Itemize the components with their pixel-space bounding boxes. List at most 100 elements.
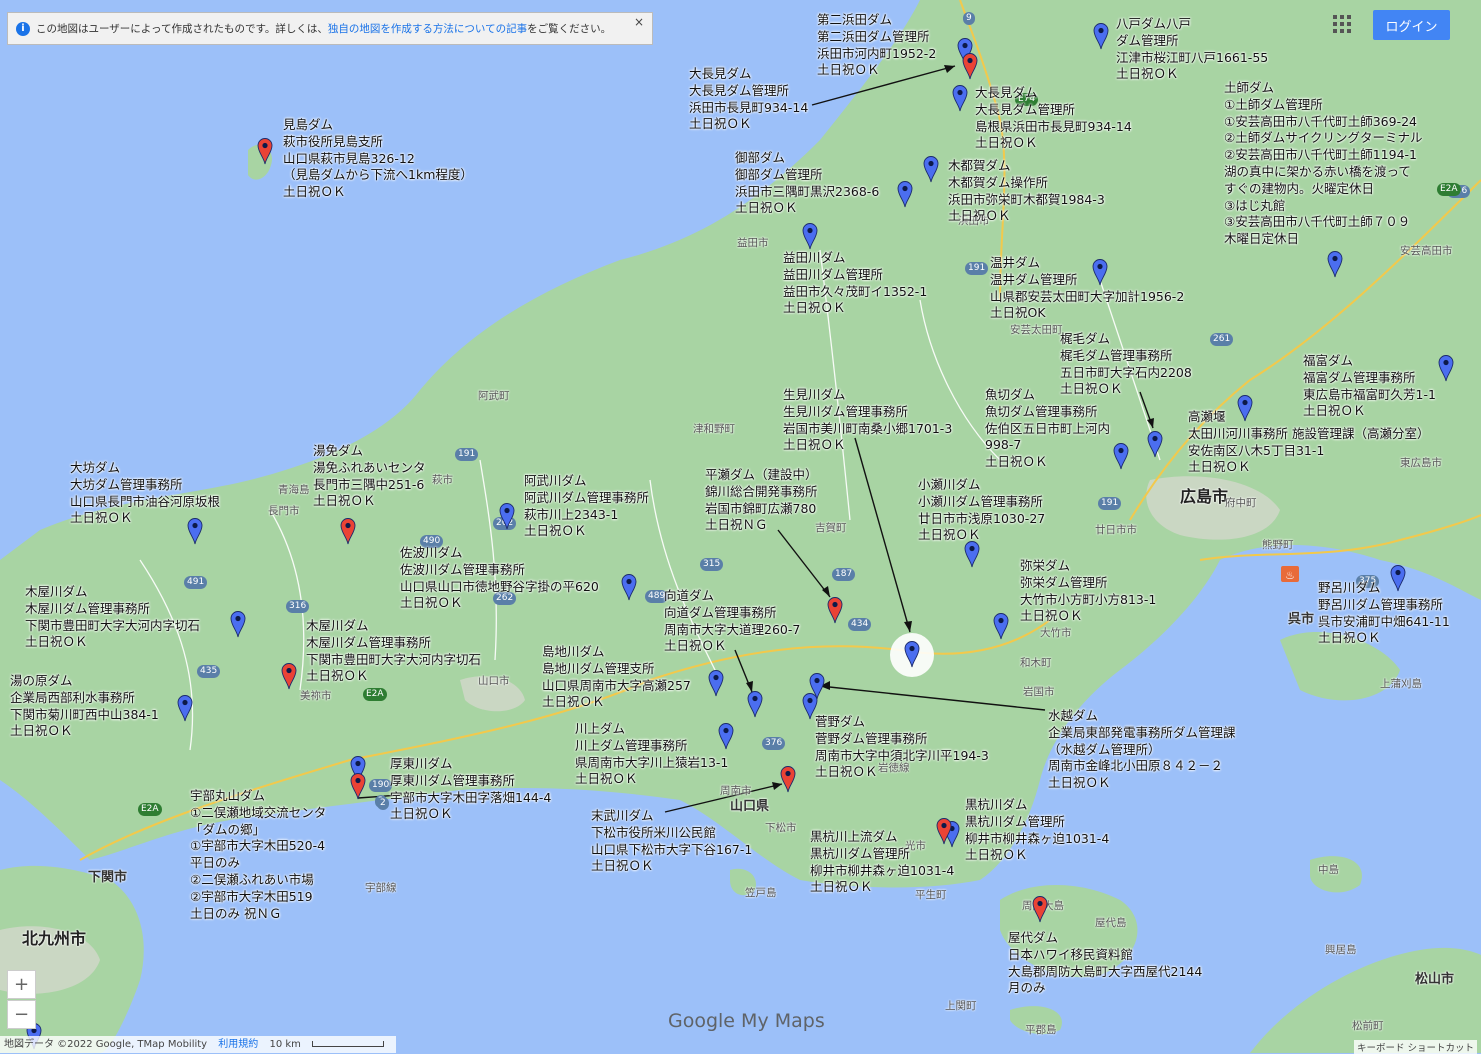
- map-pin-blue-icon[interactable]: [230, 610, 246, 638]
- route-shield: E2A: [138, 803, 162, 816]
- place-name: 和木町: [1020, 657, 1052, 669]
- dam-label: 大長見ダム 大長見ダム管理所 島根県浜田市長見町934-14 土日祝ＯＫ: [975, 85, 1132, 151]
- place-name: 平郡島: [1025, 1024, 1057, 1036]
- place-name: 松前町: [1352, 1020, 1384, 1032]
- dam-label: 宇部丸山ダム ①二俣瀬地域交流センタ 「ダムの郷」 ①宇部市大字木田520-4 …: [190, 788, 327, 921]
- place-name: 北九州市: [22, 929, 87, 948]
- dam-label: 大坊ダム 大坊ダム管理事務所 山口県長門市油谷河原坂根 土日祝ＯＫ: [70, 460, 221, 526]
- route-shield: 315: [700, 558, 724, 571]
- place-name: 上蒲刈島: [1380, 678, 1422, 690]
- route-shield: 191: [1098, 497, 1122, 510]
- dam-label: 木都賀ダム 木都賀ダム操作所 浜田市弥栄町木都賀1984-3 土日祝ＯＫ: [948, 158, 1105, 224]
- dam-label: 佐波川ダム 佐波川ダム管理事務所 山口県山口市徳地野谷字掛の平620 土日祝ＯＫ: [400, 545, 599, 611]
- place-name: 松山市: [1415, 972, 1455, 987]
- login-button[interactable]: ログイン: [1373, 10, 1450, 40]
- info-icon: i: [16, 21, 30, 36]
- map-pin-blue-icon[interactable]: [1327, 250, 1343, 278]
- dam-label: 木屋川ダム 木屋川ダム管理事務所 下関市豊田町大字大河内字切石 土日祝ＯＫ: [306, 618, 482, 684]
- map-pin-blue-icon[interactable]: [747, 690, 763, 718]
- place-name: 青海島: [278, 484, 310, 496]
- dam-label: 黒杭川ダム 黒杭川ダム管理所 柳井市柳井森ヶ迫1031-4 土日祝ＯＫ: [965, 797, 1110, 863]
- route-shield: E2A: [1437, 183, 1461, 196]
- terms-link[interactable]: 利用規約: [218, 1039, 258, 1050]
- dam-label: 見島ダム 萩市役所見島支所 山口県萩市見島326-12 （見島ダムから下流へ1k…: [283, 117, 473, 200]
- dam-label: 八戸ダム八戸 ダム管理所 江津市桜江町八戸1661-55 土日祝ＯＫ: [1116, 16, 1269, 82]
- dam-label: 湯の原ダム 企業局西部利水事務所 下関市菊川町西中山384-1 土日祝ＯＫ: [10, 673, 159, 739]
- map-pin-blue-icon[interactable]: [499, 502, 515, 530]
- keyboard-shortcuts-link[interactable]: キーボード ショートカット: [1353, 1040, 1477, 1054]
- place-name: 屋代島: [1095, 917, 1127, 929]
- place-name: 下松市: [765, 822, 797, 834]
- dam-label: 益田川ダム 益田川ダム管理所 益田市久々茂町イ1352-1 土日祝ＯＫ: [783, 250, 928, 316]
- map-pin-red-icon[interactable]: [281, 662, 297, 690]
- dam-label: 高瀬堰 太田川河川事務所 施設管理課（高瀬分室） 安佐南区八木5丁目31-1 土…: [1188, 409, 1430, 475]
- dam-label: 川上ダム 川上ダム管理事務所 県周南市大字川上猿岩13-1 土日祝ＯＫ: [575, 721, 729, 787]
- place-name: 広島市: [1180, 487, 1229, 506]
- place-name: 津和野町: [693, 423, 735, 435]
- route-shield: 261: [1210, 333, 1234, 346]
- map-pin-red-icon[interactable]: [350, 772, 366, 800]
- dam-label: 第二浜田ダム 第二浜田ダム管理所 浜田市河内町1952-2 土日祝ＯＫ: [817, 12, 937, 78]
- close-icon[interactable]: ×: [634, 15, 644, 29]
- route-shield: 191: [965, 262, 989, 275]
- map-pin-blue-icon[interactable]: [1093, 22, 1109, 50]
- route-shield: 187: [832, 568, 856, 581]
- map-pin-blue-icon[interactable]: [897, 180, 913, 208]
- map-pin-red-icon[interactable]: [340, 517, 356, 545]
- map-pin-blue-icon[interactable]: [904, 640, 920, 668]
- place-name: 安芸太田町: [1010, 324, 1063, 336]
- scale-bar: [312, 1041, 385, 1047]
- zoom-out-button[interactable]: −: [7, 1000, 36, 1029]
- map-pin-blue-icon[interactable]: [964, 540, 980, 568]
- dam-label: 屋代ダム 日本ハワイ移民資料館 大島郡周防大島町大字西屋代2144 月のみ: [1008, 930, 1203, 996]
- route-shield: 2: [377, 797, 389, 810]
- place-name: 興居島: [1325, 944, 1357, 956]
- dam-label: 木屋川ダム 木屋川ダム管理事務所 下関市豊田町大字大河内字切石 土日祝ＯＫ: [25, 584, 201, 650]
- route-shield: 316: [286, 600, 310, 613]
- place-name: 長門市: [268, 505, 300, 517]
- zoom-in-button[interactable]: +: [7, 970, 36, 999]
- map-pin-blue-icon[interactable]: [177, 694, 193, 722]
- route-shield: 376: [762, 737, 786, 750]
- map-pin-blue-icon[interactable]: [1147, 430, 1163, 458]
- dam-label: 生見川ダム 生見川ダム管理事務所 岩国市美川町南桑小郷1701-3 土日祝ＯＫ: [783, 387, 953, 453]
- map-pin-red-icon[interactable]: [1032, 895, 1048, 923]
- dam-label: 黒杭川上流ダム 黒杭川ダム管理所 柳井市柳井森ヶ迫1031-4 土日祝ＯＫ: [810, 829, 955, 895]
- map-pin-red-icon[interactable]: [962, 52, 978, 80]
- place-name: 岩国市: [1023, 686, 1055, 698]
- apps-grid-icon[interactable]: [1333, 15, 1353, 35]
- dam-label: 魚切ダム 魚切ダム管理事務所 佐伯区五日市町上河内 998-7 土日祝ＯＫ: [985, 387, 1111, 470]
- notice-text: この地図はユーザーによって作成されたものです。詳しくは、: [36, 23, 328, 35]
- place-name: 萩市: [432, 474, 453, 486]
- route-shield: 435: [197, 665, 221, 678]
- map-pin-blue-icon[interactable]: [621, 573, 637, 601]
- map-pin-blue-icon[interactable]: [708, 669, 724, 697]
- map-pin-red-icon[interactable]: [780, 765, 796, 793]
- map-pin-blue-icon[interactable]: [1113, 442, 1129, 470]
- dam-label: 大長見ダム 大長見ダム管理所 浜田市長見町934-14 土日祝ＯＫ: [689, 66, 809, 132]
- map-pin-blue-icon[interactable]: [1438, 354, 1454, 382]
- dam-label: 水越ダム 企業局東部発電事務所ダム管理課 （水越ダム管理所） 周南市金峰北小田原…: [1048, 708, 1236, 791]
- map-pin-red-icon[interactable]: [257, 137, 273, 165]
- map-pin-blue-icon[interactable]: [952, 84, 968, 112]
- map-footer: 地図データ ©2022 Google, TMap Mobility 利用規約 1…: [0, 1036, 397, 1053]
- dam-label: 小瀬川ダム 小瀬川ダム管理事務所 廿日市市浅原1030-27 土日祝ＯＫ: [918, 477, 1046, 543]
- place-name: 美祢市: [300, 690, 332, 702]
- map-pin-red-icon[interactable]: [827, 596, 843, 624]
- notice-link[interactable]: 独自の地図を作成する方法についての記事: [328, 21, 527, 36]
- route-shield: 434: [848, 618, 872, 631]
- dam-label: 弥栄ダム 弥栄ダム管理所 大竹市小方町小方813-1 土日祝ＯＫ: [1020, 558, 1157, 624]
- dam-label: 湯免ダム 湯免ふれあいセンタ 長門市三隅中251-6 土日祝ＯＫ: [313, 443, 426, 509]
- dam-label: 御部ダム 御部ダム管理所 浜田市三隅町黒沢2368-6 土日祝ＯＫ: [735, 150, 880, 216]
- onsen-icon: ♨: [1281, 566, 1299, 582]
- route-shield: 9: [963, 12, 975, 25]
- map-pin-blue-icon[interactable]: [923, 155, 939, 183]
- place-name: 阿武町: [478, 390, 510, 402]
- dam-label: 菅野ダム 菅野ダム管理事務所 周南市大字中須北字川平194-3 土日祝ＯＫ: [815, 714, 989, 780]
- map-pin-blue-icon[interactable]: [993, 612, 1009, 640]
- place-name: 熊野町: [1262, 539, 1294, 551]
- place-name: 下関市: [88, 870, 128, 885]
- place-name: 益田市: [737, 237, 769, 249]
- route-shield: 190: [369, 779, 393, 792]
- map-pin-blue-icon[interactable]: [802, 222, 818, 250]
